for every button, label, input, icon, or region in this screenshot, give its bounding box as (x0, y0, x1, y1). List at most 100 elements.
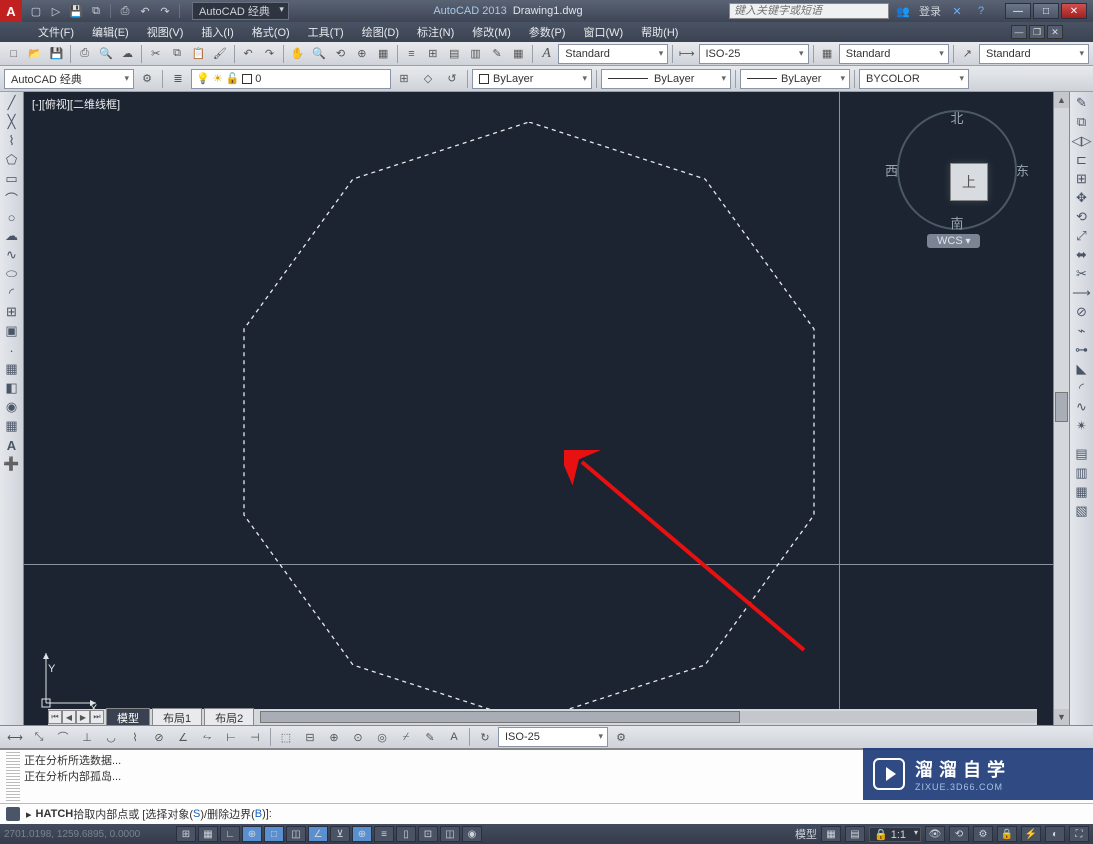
table-style-dropdown[interactable]: Standard (839, 44, 949, 64)
redo-icon[interactable]: ↷ (260, 44, 279, 64)
publish-icon[interactable]: ☁ (118, 44, 137, 64)
close-button[interactable]: ✕ (1061, 3, 1087, 19)
quickview-layouts-icon[interactable]: ▦ (821, 826, 841, 842)
lwt-toggle[interactable]: ≡ (374, 826, 394, 842)
dim-linear-icon[interactable]: ⟷ (4, 727, 26, 747)
stretch-icon[interactable]: ⬌ (1072, 246, 1092, 264)
dim-continue-icon[interactable]: ⊣ (244, 727, 266, 747)
dim-arc-icon[interactable]: ⌒ (52, 727, 74, 747)
new-icon[interactable]: ▢ (28, 3, 44, 19)
dim-tedit-icon[interactable]: A (443, 727, 465, 747)
calc-icon[interactable]: ▦ (509, 44, 528, 64)
chamfer-icon[interactable]: ◣ (1072, 360, 1092, 378)
offset-icon[interactable]: ⊏ (1072, 151, 1092, 169)
annotation-scale-dropdown[interactable]: 🔒 1:1 (869, 827, 921, 842)
dim-quick-icon[interactable]: ⥊ (196, 727, 218, 747)
view-cube[interactable]: 北 南 东 西 上 WCS ▾ (887, 100, 1027, 250)
menu-edit[interactable]: 编辑(E) (84, 22, 137, 42)
wcs-badge[interactable]: WCS ▾ (927, 234, 980, 248)
compass-west[interactable]: 西 (885, 161, 898, 180)
osnap-toggle[interactable]: □ (264, 826, 284, 842)
trim-icon[interactable]: ✂ (1072, 265, 1092, 283)
mtext-icon[interactable]: A (2, 436, 22, 454)
layer-dropdown[interactable]: 💡 ☀ 🔓 0 (191, 69, 391, 89)
layer-iso-icon[interactable]: ◇ (417, 69, 439, 89)
menu-format[interactable]: 格式(O) (244, 22, 298, 42)
otrack-toggle[interactable]: ∠ (308, 826, 328, 842)
am-toggle[interactable]: ◉ (462, 826, 482, 842)
spline-icon[interactable]: ∿ (2, 246, 22, 264)
scale-icon[interactable]: ⤢ (1072, 227, 1092, 245)
extend-icon[interactable]: ⟶ (1072, 284, 1092, 302)
text-style-dropdown[interactable]: Standard (558, 44, 668, 64)
app-icon[interactable]: A (0, 0, 22, 22)
color-dropdown[interactable]: ByLayer (472, 69, 592, 89)
doc-restore-button[interactable]: ❐ (1029, 25, 1045, 39)
exchange-icon[interactable]: ✕ (949, 3, 965, 19)
vertical-scrollbar[interactable]: ▲ ▼ (1053, 92, 1069, 725)
tab-next-icon[interactable]: ▶ (76, 710, 90, 724)
login-button[interactable]: 登录 (919, 3, 941, 19)
clean-screen-icon[interactable]: ⛶ (1069, 826, 1089, 842)
doc-minimize-button[interactable]: — (1011, 25, 1027, 39)
pan-icon[interactable]: ✋ (288, 44, 307, 64)
command-line[interactable]: ▸ HATCH 拾取内部点或 [选择对象(S)/删除边界(B)]: (0, 804, 1093, 824)
gradient-icon[interactable]: ◧ (2, 379, 22, 397)
undo-icon[interactable]: ↶ (238, 44, 257, 64)
model-space-button[interactable]: 模型 (795, 826, 817, 842)
sc-toggle[interactable]: ◫ (440, 826, 460, 842)
orbit-icon[interactable]: ⟲ (331, 44, 350, 64)
saveas-icon[interactable]: ⧉ (88, 3, 104, 19)
polyline-icon[interactable]: ⌇ (2, 132, 22, 150)
inspection-icon[interactable]: ◎ (371, 727, 393, 747)
tab-layout1[interactable]: 布局1 (152, 708, 202, 727)
drawing-canvas[interactable]: [-][俯视][二维线框] 北 南 东 西 上 WCS ▾ (24, 92, 1053, 725)
maximize-button[interactable]: □ (1033, 3, 1059, 19)
infocenter-icon[interactable]: 👥 (895, 3, 911, 19)
help-icon[interactable]: ? (973, 3, 989, 19)
layer-prev-icon[interactable]: ↺ (441, 69, 463, 89)
redo-icon[interactable]: ↷ (157, 3, 173, 19)
make-block-icon[interactable]: ▣ (2, 322, 22, 340)
workspace-switch-icon[interactable]: ⚙ (973, 826, 993, 842)
toolbar-lock-icon[interactable]: 🔒 (997, 826, 1017, 842)
steering-icon[interactable]: ⊕ (352, 44, 371, 64)
menu-help[interactable]: 帮助(H) (633, 22, 686, 42)
anno-autoscale-icon[interactable]: ⟲ (949, 826, 969, 842)
centermark-icon[interactable]: ⊙ (347, 727, 369, 747)
dim-jogged-icon[interactable]: ⌇ (124, 727, 146, 747)
break-icon[interactable]: ⌁ (1072, 322, 1092, 340)
mleader-style-icon[interactable]: ↗ (958, 44, 977, 64)
mleader-style-dropdown[interactable]: Standard (979, 44, 1089, 64)
search-input[interactable] (729, 3, 889, 19)
rotate-icon[interactable]: ⟲ (1072, 208, 1092, 226)
text-style-icon[interactable]: A (537, 44, 556, 64)
isolate-icon[interactable]: ◐ (1045, 826, 1065, 842)
save-file-icon[interactable]: 💾 (47, 44, 66, 64)
save-icon[interactable]: 💾 (68, 3, 84, 19)
3dosnap-toggle[interactable]: ◫ (286, 826, 306, 842)
table-icon[interactable]: ▦ (2, 417, 22, 435)
dim-diameter-icon[interactable]: ⊘ (148, 727, 170, 747)
ducs-toggle[interactable]: ⊻ (330, 826, 350, 842)
draworder-icon[interactable]: ▤ (1072, 445, 1092, 463)
compass-north[interactable]: 北 (950, 108, 963, 127)
dim-baseline-icon[interactable]: ⊢ (220, 727, 242, 747)
showmotion-icon[interactable]: ▦ (374, 44, 393, 64)
tab-layout2[interactable]: 布局2 (204, 708, 254, 727)
snap-toggle[interactable]: ⊞ (176, 826, 196, 842)
dim-style-manager-icon[interactable]: ⚙ (610, 727, 632, 747)
print-icon[interactable]: ⎙ (75, 44, 94, 64)
workspace-combo[interactable]: AutoCAD 经典 (4, 69, 134, 89)
draworder2-icon[interactable]: ▥ (1072, 464, 1092, 482)
region-icon[interactable]: ◉ (2, 398, 22, 416)
jogged-linear-icon[interactable]: ⌿ (395, 727, 417, 747)
minimize-button[interactable]: — (1005, 3, 1031, 19)
dim-style-icon[interactable]: ⟼ (677, 44, 696, 64)
anno-visibility-icon[interactable]: 👁 (925, 826, 945, 842)
erase-icon[interactable]: ✎ (1072, 94, 1092, 112)
dim-style-dropdown[interactable]: ISO-25 (699, 44, 809, 64)
designcenter-icon[interactable]: ⊞ (423, 44, 442, 64)
tab-prev-icon[interactable]: ◀ (62, 710, 76, 724)
table-style-icon[interactable]: ▦ (817, 44, 836, 64)
